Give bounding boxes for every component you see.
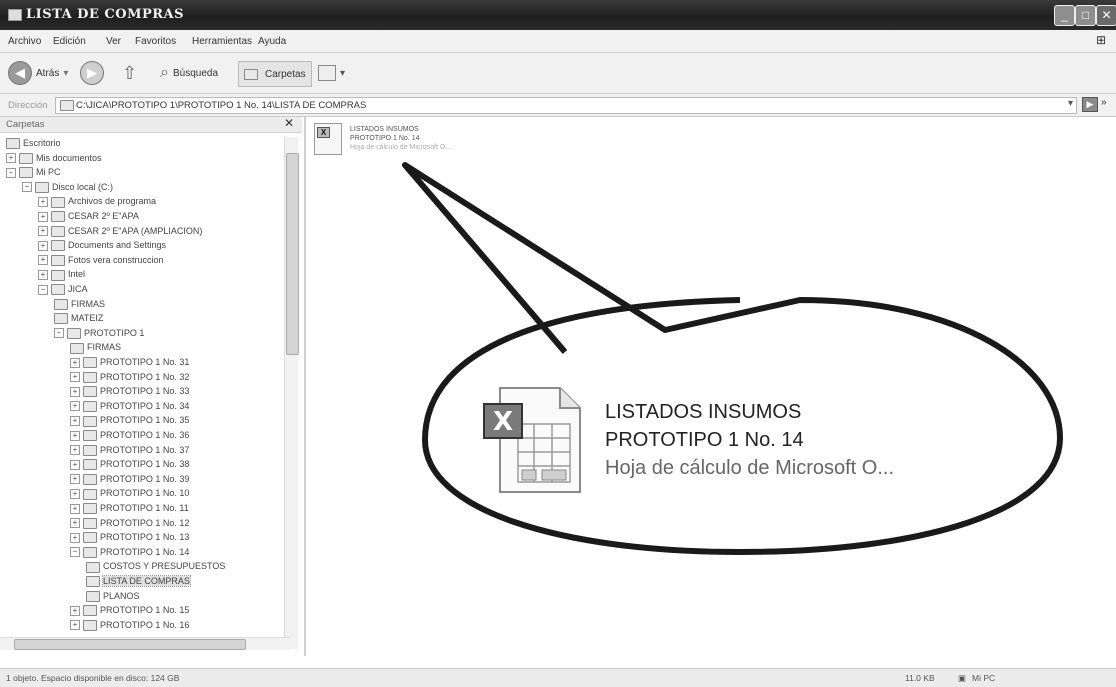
- excel-file-icon: X: [483, 387, 581, 493]
- computer-icon: ▣: [958, 673, 967, 683]
- status-text: 1 objeto. Espacio disponible en disco: 1…: [6, 673, 180, 683]
- callout-line1: LISTADOS INSUMOS: [605, 401, 802, 423]
- svg-text:X: X: [493, 407, 513, 437]
- status-size: 11.0 KB: [905, 673, 935, 683]
- status-location: Mi PC: [972, 673, 996, 683]
- status-bar: 1 objeto. Espacio disponible en disco: 1…: [0, 668, 1116, 687]
- zoom-callout: [402, 162, 1063, 555]
- callout-line3: Hoja de cálculo de Microsoft O...: [605, 457, 895, 479]
- callout-text: LISTADOS INSUMOS PROTOTIPO 1 No. 14 Hoja…: [605, 398, 894, 482]
- callout-line2: PROTOTIPO 1 No. 14: [605, 429, 804, 451]
